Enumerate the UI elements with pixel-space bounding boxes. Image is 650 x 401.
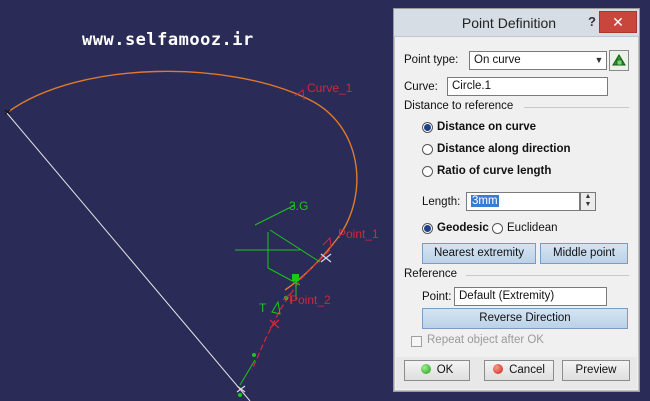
construction-icon[interactable] xyxy=(609,50,629,71)
radio-distance-along-direction[interactable] xyxy=(422,144,433,155)
cancel-button[interactable]: Cancel xyxy=(484,360,554,381)
green-dot-2 xyxy=(252,353,256,357)
point-definition-dialog[interactable]: Point Definition ? ✕ Point type: On curv… xyxy=(393,8,640,392)
euclidean-label[interactable]: Euclidean xyxy=(507,222,558,234)
point-type-value: On curve xyxy=(474,54,521,66)
curve-1-arc[interactable] xyxy=(7,70,358,291)
length-input[interactable]: 3mm xyxy=(466,192,580,211)
green-dot-3 xyxy=(238,393,242,397)
curve-field[interactable]: Circle.1 xyxy=(447,77,608,96)
point-1-label: Point_1 xyxy=(338,227,379,241)
middle-point-button[interactable]: Middle point xyxy=(540,243,628,264)
length-spinner[interactable]: ▲ ▼ xyxy=(580,192,596,211)
preview-button[interactable]: Preview xyxy=(562,360,630,381)
distance-section-title: Distance to reference xyxy=(404,100,514,112)
cancel-icon xyxy=(493,364,504,374)
close-button[interactable]: ✕ xyxy=(599,11,637,33)
watermark-text: www.selfamooz.ir xyxy=(82,30,254,50)
point-type-label: Point type: xyxy=(404,54,459,66)
green-axis-line-2 xyxy=(269,229,321,263)
radio-euclidean[interactable] xyxy=(492,223,503,234)
reference-point-label: Point: xyxy=(422,291,452,303)
nearest-extremity-button[interactable]: Nearest extremity xyxy=(422,243,536,264)
radio-geodesic[interactable] xyxy=(422,223,433,234)
repeat-object-label: Repeat object after OK xyxy=(427,334,544,346)
chevron-down-icon[interactable]: ▼ xyxy=(592,52,606,69)
point-2-label: Point_2 xyxy=(290,293,331,307)
ok-icon xyxy=(420,364,431,374)
ok-label: OK xyxy=(436,364,454,376)
curve-label: Curve: xyxy=(404,81,438,93)
radio-distance-on-curve[interactable] xyxy=(422,122,433,133)
dialog-titlebar[interactable]: Point Definition ? ✕ xyxy=(394,9,639,37)
white-line[interactable] xyxy=(5,111,251,401)
reference-point-field[interactable]: Default (Extremity) xyxy=(454,287,607,306)
cancel-label: Cancel xyxy=(509,364,545,376)
tangent-triangle xyxy=(271,300,281,315)
radio-ratio-of-curve-length[interactable] xyxy=(422,166,433,177)
axis-label: 3.G xyxy=(289,199,308,213)
length-value: 3mm xyxy=(471,195,499,207)
reverse-direction-button[interactable]: Reverse Direction xyxy=(422,308,628,329)
ok-button[interactable]: OK xyxy=(404,360,470,381)
repeat-object-checkbox[interactable] xyxy=(411,336,422,347)
dialog-button-bar: OK Cancel Preview xyxy=(396,357,637,389)
geodesic-label[interactable]: Geodesic xyxy=(437,222,489,234)
distance-along-direction-label[interactable]: Distance along direction xyxy=(437,143,571,155)
reference-section-title: Reference xyxy=(404,268,458,280)
curve-1-label: Curve_1 xyxy=(307,81,353,95)
green-square-point[interactable] xyxy=(292,274,299,281)
spin-up-icon[interactable]: ▲ xyxy=(581,193,595,201)
reference-section-divider xyxy=(466,275,629,276)
spin-down-icon[interactable]: ▼ xyxy=(581,201,595,209)
green-lower-line xyxy=(239,359,256,386)
tangent-label: T xyxy=(259,301,267,315)
point-type-select[interactable]: On curve ▼ xyxy=(469,51,607,70)
length-label: Length: xyxy=(422,196,461,208)
distance-section-divider xyxy=(524,107,629,108)
point-1-leader xyxy=(322,236,332,249)
ratio-of-curve-length-label[interactable]: Ratio of curve length xyxy=(437,165,551,177)
distance-on-curve-label[interactable]: Distance on curve xyxy=(437,121,536,133)
